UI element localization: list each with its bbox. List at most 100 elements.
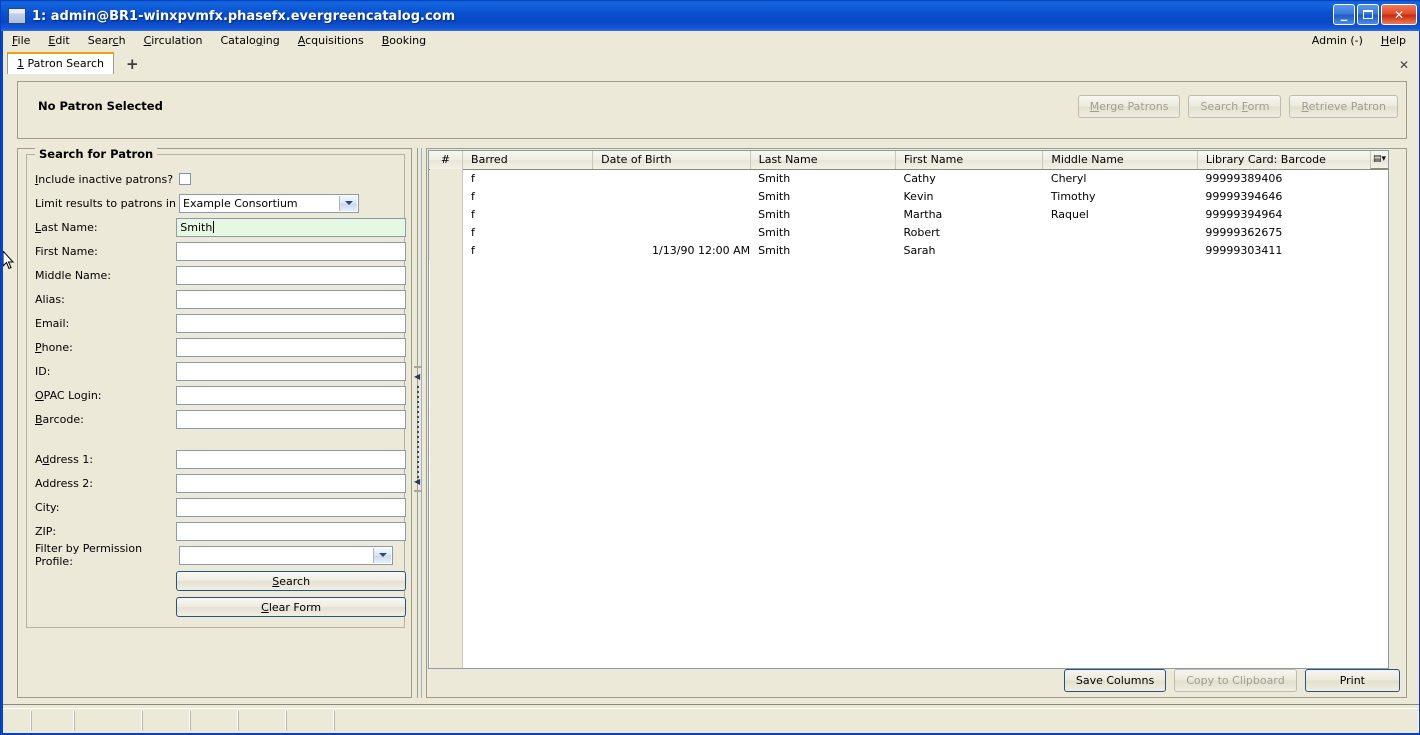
- clear-form-button[interactable]: Clear Form: [176, 597, 406, 617]
- phone-input[interactable]: [176, 337, 406, 357]
- email-input[interactable]: [176, 313, 406, 333]
- cell-last-name: Smith: [758, 171, 791, 185]
- email-label: Email:: [35, 316, 70, 330]
- table-row[interactable]: 5 f 1/13/90 12:00 AM Smith Sarah 9999930…: [429, 241, 1388, 260]
- menu-cataloging[interactable]: Cataloging: [211, 32, 288, 50]
- patron-header-buttons: Merge Patrons Search Form Retrieve Patro…: [1077, 95, 1398, 118]
- table-row[interactable]: 3 f Smith Martha Raquel 99999394964: [429, 205, 1388, 224]
- title-bar: 1: admin@BR1-winxpvmfx.phasefx.evergreen…: [1, 1, 1420, 31]
- copy-to-clipboard-button[interactable]: Copy to Clipboard: [1174, 669, 1297, 692]
- col-header-first-name[interactable]: First Name: [895, 151, 1044, 170]
- cell-last-name: Smith: [758, 243, 791, 257]
- opac-login-input[interactable]: [176, 385, 406, 405]
- first-name-label: First Name:: [35, 244, 98, 258]
- table-row[interactable]: 1 f Smith Cathy Cheryl 99999389406: [429, 169, 1388, 188]
- middle-name-input[interactable]: [176, 265, 406, 285]
- address-2-input[interactable]: [176, 473, 406, 493]
- print-button[interactable]: Print: [1304, 669, 1400, 692]
- col-header-number[interactable]: #: [429, 151, 464, 170]
- alias-input[interactable]: [176, 289, 406, 309]
- col-header-barcode[interactable]: Library Card: Barcode: [1197, 151, 1388, 170]
- col-header-dob[interactable]: Date of Birth: [592, 151, 751, 170]
- menu-search[interactable]: Search: [79, 32, 135, 50]
- limit-results-select[interactable]: Example Consortium: [179, 193, 359, 213]
- cell-first-name: Kevin: [903, 189, 934, 203]
- results-table: # Barred Date of Birth Last Name First N…: [429, 151, 1388, 260]
- splitter-grip: [417, 386, 419, 478]
- tab-strip: 1 Patron Search + ✕: [3, 51, 1419, 75]
- table-row[interactable]: 2 f Smith Kevin Timothy 99999394646: [429, 187, 1388, 206]
- cell-last-name: Smith: [758, 225, 791, 239]
- row-include-inactive: Include inactive patrons?: [27, 167, 406, 191]
- menu-acquisitions[interactable]: Acquisitions: [289, 32, 373, 50]
- cell-first-name: Martha: [903, 207, 943, 221]
- menu-circulation[interactable]: Circulation: [135, 32, 212, 50]
- menu-file[interactable]: File: [3, 32, 39, 50]
- results-grid[interactable]: # Barred Date of Birth Last Name First N…: [428, 150, 1389, 669]
- search-button[interactable]: Search: [176, 571, 406, 591]
- address-1-input[interactable]: [176, 449, 406, 469]
- col-header-barred[interactable]: Barred: [462, 151, 594, 170]
- column-picker-button[interactable]: ▤▾: [1370, 151, 1388, 169]
- maximize-button[interactable]: [1357, 4, 1379, 25]
- merge-patrons-button[interactable]: Merge Patrons: [1077, 95, 1181, 118]
- content-area: No Patron Selected Merge Patrons Search …: [3, 74, 1419, 708]
- first-name-input[interactable]: [176, 241, 406, 261]
- row-barcode: Barcode:: [27, 407, 406, 431]
- save-columns-button[interactable]: Save Columns: [1063, 669, 1167, 692]
- permission-profile-label: Filter by Permission Profile:: [35, 542, 143, 568]
- col-header-middle-name[interactable]: Middle Name: [1042, 151, 1198, 170]
- opac-login-label: OPAC Login:: [35, 388, 102, 402]
- row-last-name: Last Name: Smith: [27, 215, 406, 239]
- menu-help[interactable]: Help: [1372, 32, 1415, 50]
- retrieve-patron-button[interactable]: Retrieve Patron: [1289, 95, 1398, 118]
- group-title: Search for Patron: [35, 147, 158, 161]
- search-form-button[interactable]: Search Form: [1188, 95, 1282, 118]
- results-footer: Save Columns Copy to Clipboard Print: [1063, 669, 1400, 692]
- barcode-input[interactable]: [176, 409, 406, 429]
- cell-middle-name: Timothy: [1050, 189, 1096, 203]
- close-tab-icon[interactable]: ✕: [1399, 58, 1409, 72]
- menu-bar: File Edit Search Circulation Cataloging …: [3, 31, 1419, 51]
- id-input[interactable]: [176, 361, 406, 381]
- splitter-tick-bottom: [414, 490, 422, 492]
- cell-middle-name: [1043, 224, 1197, 242]
- include-inactive-label: Include inactive patrons?: [35, 172, 174, 186]
- application-window: 1: admin@BR1-winxpvmfx.phasefx.evergreen…: [0, 0, 1420, 735]
- new-tab-button[interactable]: +: [122, 57, 143, 72]
- tab-patron-search[interactable]: 1 Patron Search: [7, 52, 114, 75]
- row-first-name: First Name:: [27, 239, 406, 263]
- cell-barred: f: [471, 225, 475, 239]
- menu-booking[interactable]: Booking: [373, 32, 435, 50]
- tab-label: Patron Search: [27, 57, 104, 70]
- col-header-last-name[interactable]: Last Name: [750, 151, 897, 170]
- collapse-left-icon-2[interactable]: ◀: [414, 478, 422, 486]
- city-label: City:: [35, 500, 60, 514]
- zip-input[interactable]: [176, 521, 406, 541]
- minimize-button[interactable]: _: [1333, 4, 1355, 25]
- cell-middle-name: [1043, 242, 1197, 260]
- address-2-label: Address 2:: [35, 476, 94, 490]
- status-bar: [3, 708, 1419, 733]
- status-pane-6: [238, 711, 286, 731]
- results-panel: # Barred Date of Birth Last Name First N…: [426, 148, 1407, 698]
- include-inactive-checkbox[interactable]: [179, 173, 191, 185]
- row-city: City:: [27, 495, 406, 519]
- menu-admin[interactable]: Admin (-): [1303, 32, 1372, 50]
- cell-middle-name: Raquel: [1050, 207, 1089, 221]
- maximize-icon: [1358, 5, 1378, 24]
- collapse-left-icon[interactable]: ◀: [414, 373, 422, 381]
- table-header-row: # Barred Date of Birth Last Name First N…: [429, 151, 1388, 170]
- table-row[interactable]: 4 f Smith Robert 99999362675: [429, 223, 1388, 242]
- city-input[interactable]: [176, 497, 406, 517]
- zip-label: ZIP:: [35, 524, 57, 538]
- close-button[interactable]: ✕: [1381, 4, 1417, 25]
- cell-barred: f: [471, 243, 475, 257]
- permission-profile-select[interactable]: [179, 545, 393, 565]
- last-name-input[interactable]: Smith: [176, 217, 406, 237]
- minimize-icon: _: [1340, 7, 1348, 22]
- close-icon: ✕: [1393, 7, 1405, 22]
- menu-edit[interactable]: Edit: [39, 32, 78, 50]
- cell-barcode: 99999362675: [1205, 225, 1283, 239]
- panel-splitter[interactable]: ◀ ◀: [412, 148, 426, 698]
